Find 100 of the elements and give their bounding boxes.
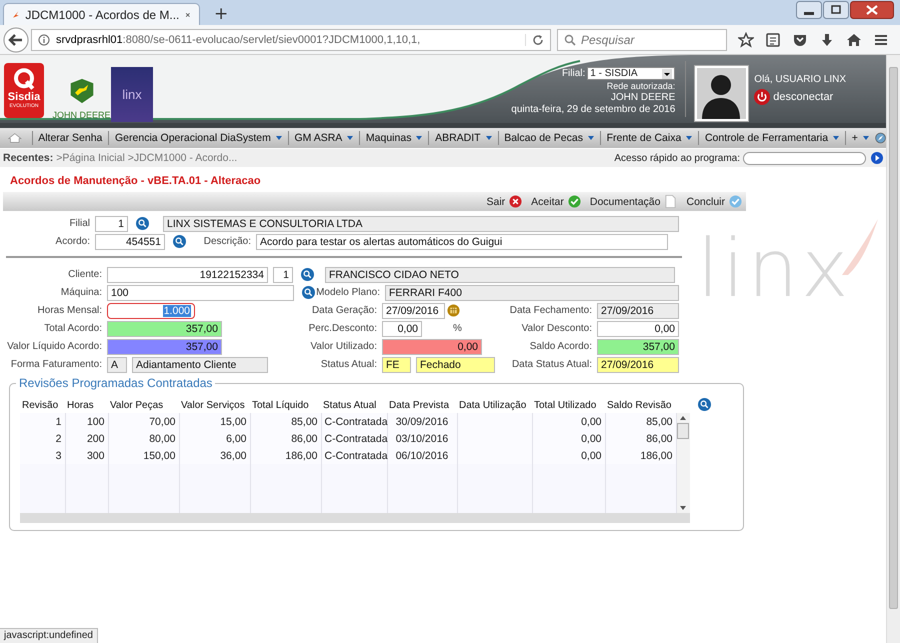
table-scrollbar[interactable] [676,413,690,513]
menu-item[interactable]: Frente de Caixa [600,132,698,144]
table-cell: 85,00 [291,416,318,428]
page-scrollbar[interactable] [886,55,900,643]
field-label: Acordo: [54,236,91,247]
back-icon[interactable] [3,26,29,52]
table-cell: C-Contratada [324,450,388,462]
column-header: Horas [66,398,95,412]
document-icon [664,195,678,208]
form-field[interactable]: 27/09/2016 [382,302,445,318]
form-field[interactable]: 0,00 [597,320,679,336]
search-icon[interactable] [302,286,315,299]
search-icon[interactable] [301,268,314,281]
form-field[interactable]: 1.000 [107,302,195,318]
form-field[interactable]: 357,00 [107,320,222,336]
table-cell: 70,00 [149,416,176,428]
address-bar[interactable]: srvdprasrhl01:8080/se-0611-evolucao/servlet/siev0001?JDCM1000,1,10,1, [31,28,551,50]
home-icon[interactable] [846,32,862,48]
calendar-icon[interactable] [447,304,460,317]
scroll-thumb[interactable] [677,423,690,439]
caret-icon [416,136,422,140]
caret-icon [486,136,492,140]
field-label: Horas Mensal: [36,305,102,316]
bookmark-star-icon[interactable] [738,32,754,48]
new-tab-button[interactable]: + [206,3,236,25]
table-cell: 100 [86,416,104,428]
table-cell: 06/10/2016 [396,450,448,462]
reading-list-icon[interactable] [765,32,781,48]
field-label: Filial [68,218,91,229]
caret-icon [276,136,282,140]
form-field: A [107,356,127,372]
action-button[interactable]: Aceitar [531,195,581,208]
form-field[interactable]: 357,00 [107,338,222,354]
logout-link[interactable]: desconectar [754,88,846,104]
menu-item[interactable]: GM ASRA [288,132,360,144]
action-button[interactable]: Sair [486,195,522,208]
column-header: Status Atual [322,398,378,412]
table-cell: 200 [86,432,104,444]
close-window-icon[interactable] [850,1,894,19]
quick-access-label: Acesso rápido ao programa: [614,152,740,164]
minimize-icon[interactable] [796,1,822,19]
deer-logo-icon [68,77,94,105]
horizontal-scrollbar[interactable] [20,513,690,523]
column-header: Valor Peças [109,398,164,412]
menu-item[interactable]: Gerencia Operacional DiaSystem [109,132,288,144]
field-label: Modelo Plano: [315,287,381,298]
menu-item[interactable]: + [846,132,875,144]
caret-icon [862,136,869,140]
caret-icon [588,136,594,140]
browser-tab[interactable]: JDCM1000 - Acordos de M... [3,3,200,25]
search-icon[interactable] [173,235,186,248]
form-field[interactable]: 0,00 [382,320,422,336]
field-label: Perc.Desconto: [308,323,377,334]
description-field[interactable]: Acordo para testar os alertas automáticos do Guigui [256,234,668,250]
client-seq-field[interactable]: 1 [273,266,293,282]
filial-code-field[interactable]: 1 [95,216,128,232]
action-button[interactable]: Concluir [686,195,742,208]
menu-item[interactable]: Maquinas [360,132,428,144]
quick-access-field[interactable] [743,152,866,164]
menu-item[interactable]: Balcao de Pecas [498,132,600,144]
menu-item[interactable]: Alterar Senha [32,132,108,144]
table-cell: 6,00 [226,432,246,444]
reload-icon[interactable] [525,34,544,46]
action-button[interactable]: Documentação [590,195,678,208]
power-icon [754,88,770,104]
table-cell: C-Contratada [324,416,388,428]
table-cell: 80,00 [149,432,176,444]
search-field[interactable]: Pesquisar [557,28,727,50]
field-label: Valor Utilizado: [309,341,377,352]
table-cell: 0,00 [581,432,602,444]
date-text: quinta-feira, 29 de setembro de 2016 [511,104,676,115]
go-icon[interactable] [871,152,883,164]
recent-link[interactable]: >JDCM1000 - Acordo... [128,152,238,164]
field-label: Cliente: [67,269,103,280]
menu-item[interactable]: Controle de Ferramentaria [698,132,846,144]
table-cell: 0,00 [581,416,602,428]
download-icon[interactable] [819,32,835,48]
client-name-field: FRANCISCO CIDAO NETO [325,266,675,282]
caret-icon [833,136,840,140]
menu-item[interactable]: ABRADIT [429,132,498,144]
table-cell: 186,00 [640,450,672,462]
table-cell: 300 [86,450,104,462]
agreement-number-field[interactable]: 454551 [95,234,165,250]
client-code-field[interactable]: 19122152334 [107,266,268,282]
maximize-icon[interactable] [823,1,849,19]
table-cell: 15,00 [220,416,246,428]
table-cell: 3 [56,450,62,462]
field-label: Data Fechamento: [508,305,592,316]
recents-label: Recentes: [3,152,54,164]
column-header: Total Líquido [251,398,310,412]
recent-link[interactable]: >Página Inicial [56,152,125,164]
field-label: Valor Líquido Acordo: [6,341,102,352]
form-field[interactable]: 0,00 [382,338,482,354]
filial-select[interactable]: 1 - SISDIA [587,67,676,80]
form-field[interactable]: 357,00 [597,338,679,354]
table-cell: 186,00 [285,450,318,462]
machine-field[interactable]: 100 [107,284,294,300]
search-icon[interactable] [136,217,149,230]
search-icon[interactable] [698,398,711,411]
form-field: FE [382,356,411,372]
